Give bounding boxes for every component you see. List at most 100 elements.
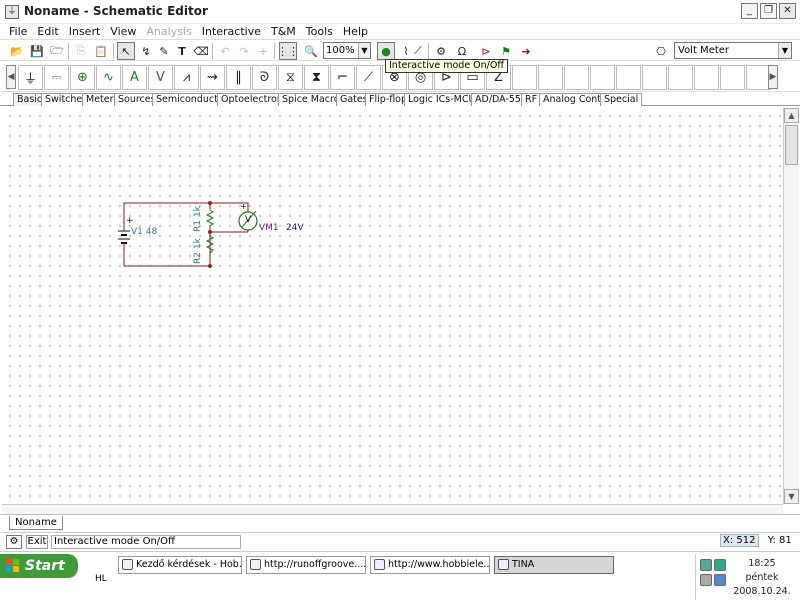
copy-icon[interactable]: ⎘ <box>72 42 90 60</box>
capacitor-icon[interactable]: ‖ <box>226 65 251 90</box>
potentiometer-icon[interactable]: ⇝ <box>200 65 225 90</box>
tooltip: Interactive mode On/Off <box>385 59 508 73</box>
scroll-left-icon[interactable]: ◀ <box>6 65 16 89</box>
paste-icon[interactable]: 📋 <box>92 42 110 60</box>
zoom-value: 100% <box>326 45 355 56</box>
antivirus-icon[interactable] <box>714 559 726 571</box>
battery-symbol[interactable] <box>118 224 130 248</box>
menu-insert[interactable]: Insert <box>64 25 106 38</box>
voltmeter-icon[interactable]: V <box>148 65 173 90</box>
chevron-down-icon[interactable]: ▼ <box>778 43 791 58</box>
sheet-tabs: Noname <box>0 514 800 530</box>
settings-icon[interactable]: ⚙ <box>6 535 22 549</box>
empty-component-slot[interactable] <box>564 65 589 90</box>
empty-component-slot[interactable] <box>668 65 693 90</box>
task-item-tina[interactable]: TINA <box>494 556 614 574</box>
empty-component-slot[interactable] <box>642 65 667 90</box>
empty-component-slot[interactable] <box>720 65 745 90</box>
restore-button[interactable]: ❐ <box>760 3 777 19</box>
redo-icon[interactable]: ↷ <box>235 42 253 60</box>
delete-icon[interactable]: ⌫ <box>192 42 210 60</box>
main-toolbar: 📂 💾 🗁 ⎘ 📋 ↖ ↯ ✎ T ⌫ ↶ ↷ + ⋮⋮ 🔍 100% ▼ ● … <box>0 39 800 61</box>
open-folder-icon[interactable]: 🗁 <box>48 42 66 60</box>
pointer-icon[interactable]: ↖ <box>117 42 135 60</box>
sheet-tab-noname[interactable]: Noname <box>9 516 63 530</box>
schematic-canvas[interactable]: + V1 48 R1 1k R2 1k V + VM1 24V <box>2 108 782 504</box>
switch-icon[interactable]: ⌐ <box>330 65 355 90</box>
ac-source-icon[interactable]: ∿ <box>96 65 121 90</box>
x-coordinate: X: 512 <box>720 534 759 547</box>
horizontal-scrollbar[interactable] <box>2 504 783 514</box>
system-tray: 18:25 péntek 2008.10.24. <box>695 554 800 600</box>
menu-analysis[interactable]: Analysis <box>141 25 196 38</box>
flag-icon[interactable]: ⚑ <box>497 42 515 60</box>
scroll-thumb[interactable] <box>785 125 798 165</box>
empty-component-slot[interactable] <box>694 65 719 90</box>
scroll-right-icon[interactable]: ▶ <box>768 65 778 89</box>
empty-component-slot[interactable] <box>616 65 641 90</box>
menu-view[interactable]: View <box>105 25 141 38</box>
menu-tm[interactable]: T&M <box>266 25 301 38</box>
current-source-icon[interactable]: ⊕ <box>70 65 95 90</box>
transformer-icon[interactable]: ⧖ <box>278 65 303 90</box>
meter-label: VM1 <box>259 223 279 233</box>
wire-icon[interactable]: ↯ <box>137 42 155 60</box>
crosshair-icon[interactable]: + <box>254 42 272 60</box>
text-icon[interactable]: T <box>173 42 191 60</box>
resistor-icon[interactable]: ⩘ <box>174 65 199 90</box>
browser-icon <box>374 559 385 570</box>
tab-special[interactable]: Special <box>600 93 643 106</box>
node-dot <box>208 201 212 205</box>
menu-help[interactable]: Help <box>338 25 373 38</box>
meter-icon[interactable]: Ω <box>453 42 471 60</box>
clock[interactable]: 18:25 péntek 2008.10.24. <box>726 557 798 599</box>
close-button[interactable]: ✕ <box>779 3 796 19</box>
ammeter-icon[interactable]: A <box>122 65 147 90</box>
clock-date: 2008.10.24. <box>733 586 791 597</box>
open-icon[interactable]: 📂 <box>8 42 26 60</box>
empty-component-slot[interactable] <box>590 65 615 90</box>
language-indicator[interactable]: HL <box>95 574 107 584</box>
zoom-select[interactable]: 100% ▼ <box>323 42 371 59</box>
volume-icon[interactable] <box>700 574 712 586</box>
save-icon[interactable]: 💾 <box>28 42 46 60</box>
interactive-icon[interactable]: ● <box>377 42 395 60</box>
menu-file[interactable]: File <box>4 25 32 38</box>
ground-icon[interactable]: ⏚ <box>18 65 43 90</box>
dual-transformer-icon[interactable]: ⧗ <box>304 65 329 90</box>
undo-icon[interactable]: ↶ <box>216 42 234 60</box>
minimize-button[interactable]: _ <box>741 3 758 19</box>
network-icon[interactable] <box>700 559 712 571</box>
empty-component-slot[interactable] <box>538 65 563 90</box>
menu-tools[interactable]: Tools <box>301 25 338 38</box>
windows-flag-icon <box>6 559 20 573</box>
select-meter-icon[interactable]: ⎔ <box>652 42 670 60</box>
task-item-browser-2[interactable]: http://runoffgroove.... <box>246 556 366 574</box>
task-item-label: TINA <box>512 559 535 570</box>
menu-interactive[interactable]: Interactive <box>197 25 266 38</box>
ac-analysis-icon[interactable]: ⚙ <box>432 42 450 60</box>
battery-icon[interactable]: ⎓ <box>44 65 69 90</box>
task-item-browser-3[interactable]: http://www.hobbiele... <box>370 556 490 574</box>
empty-component-slot[interactable] <box>512 65 537 90</box>
diode-icon[interactable]: ⊳ <box>477 42 495 60</box>
scroll-up-icon[interactable]: ▲ <box>784 108 799 123</box>
chevron-down-icon[interactable]: ▼ <box>358 43 370 58</box>
exit-button[interactable]: Exit <box>26 535 48 549</box>
scroll-down-icon[interactable]: ▼ <box>784 489 799 504</box>
inductor-icon[interactable]: ᘐ <box>252 65 277 90</box>
meter-select[interactable]: Volt Meter ▼ <box>674 42 792 59</box>
spst-switch-icon[interactable]: ⟋ <box>356 65 381 90</box>
zoom-icon[interactable]: 🔍 <box>302 42 320 60</box>
arrow-icon[interactable]: ➜ <box>517 42 535 60</box>
vertical-scrollbar[interactable]: ▲ ▼ <box>783 108 799 504</box>
start-button[interactable]: Start <box>0 554 78 578</box>
grid-icon[interactable]: ⋮⋮ <box>277 42 299 60</box>
task-item-browser-1[interactable]: Kezdő kérdések - Hob... <box>118 556 242 574</box>
update-icon[interactable] <box>714 574 726 586</box>
pencil-icon[interactable]: ✎ <box>155 42 173 60</box>
app-icon[interactable]: ⏚ <box>5 5 19 19</box>
dc-analysis-icon[interactable]: ⟋ <box>409 42 427 60</box>
menu-edit[interactable]: Edit <box>32 25 63 38</box>
resistor-r1[interactable] <box>205 209 215 227</box>
